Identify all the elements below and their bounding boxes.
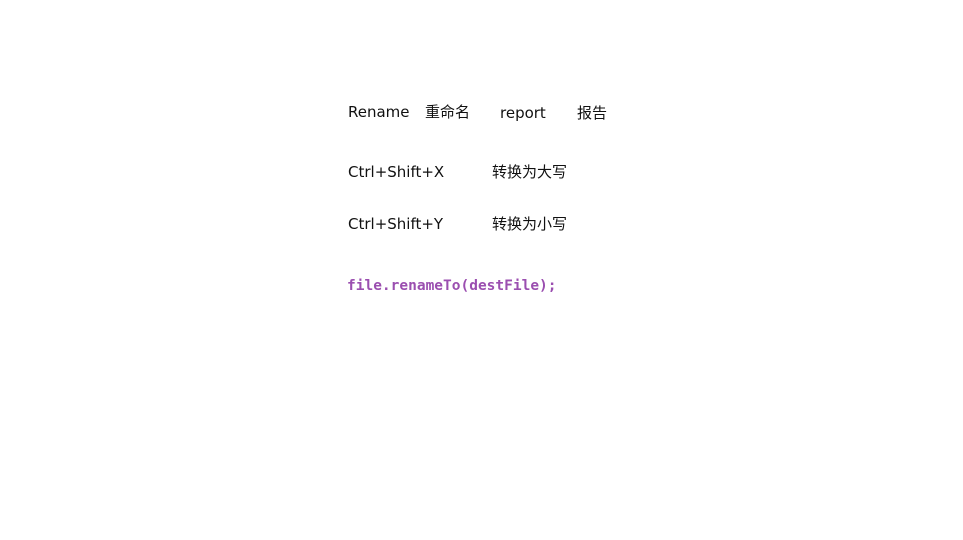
shortcut-description-uppercase: 转换为大写 (492, 163, 568, 181)
vocab-word-report-translation: 报告 (577, 104, 608, 122)
code-snippet-rename-to: file.renameTo(destFile); (347, 278, 557, 294)
slide-canvas: Rename 重命名 report 报告 Ctrl+Shift+X 转换为大写 … (0, 0, 963, 540)
vocab-word-rename: Rename (348, 103, 410, 121)
vocab-word-rename-translation: 重命名 (425, 103, 471, 121)
vocab-word-report: report (500, 104, 546, 122)
shortcut-keys-lowercase: Ctrl+Shift+Y (348, 215, 444, 233)
shortcut-keys-uppercase: Ctrl+Shift+X (348, 163, 445, 181)
shortcut-description-lowercase: 转换为小写 (492, 215, 568, 233)
